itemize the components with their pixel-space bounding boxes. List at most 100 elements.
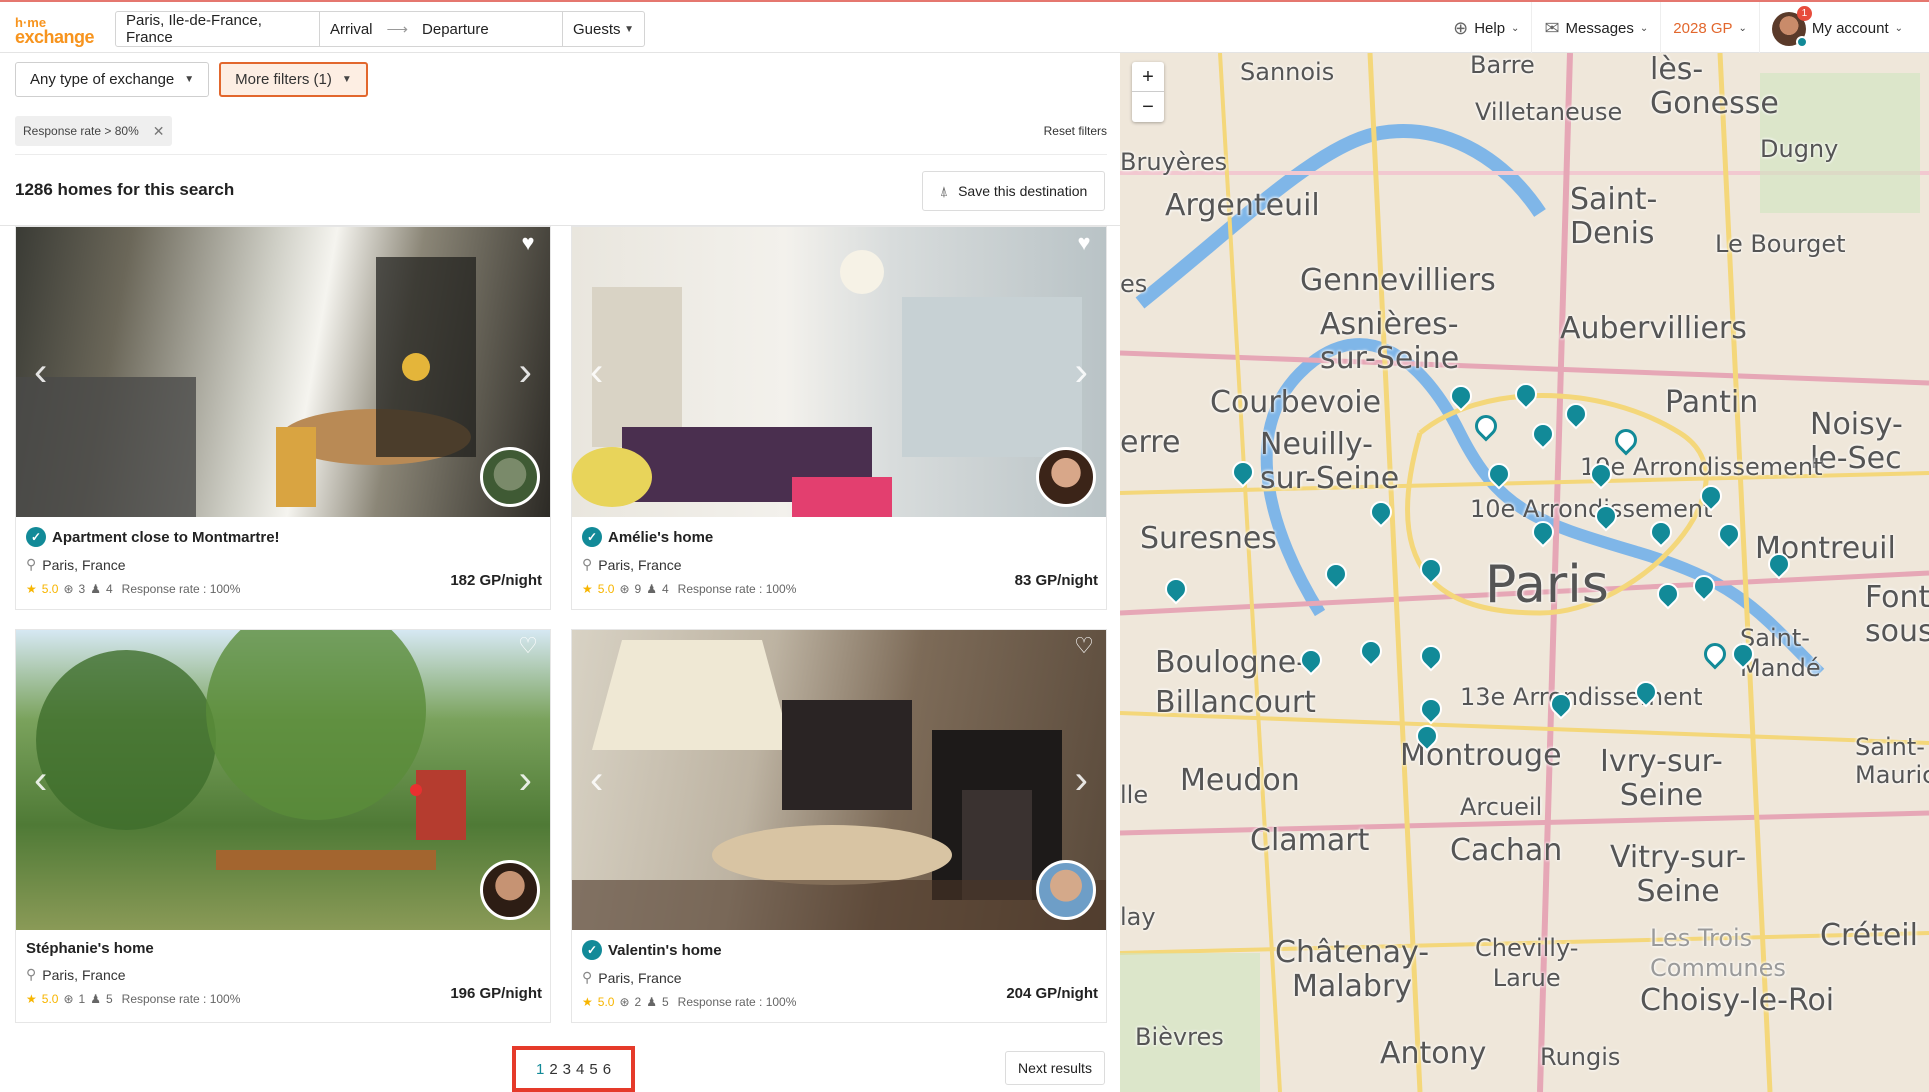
listing-price: 204 GP/night — [1006, 985, 1098, 1002]
chevron-left-icon[interactable]: ‹ — [34, 350, 47, 394]
person-icon: ♟ — [90, 992, 101, 1006]
listing-title[interactable]: Stéphanie's home — [26, 940, 542, 957]
date-range-input[interactable]: Arrival ⟶ Departure — [320, 12, 563, 46]
bed-icon: ⊛ — [63, 582, 74, 596]
page-link[interactable]: 3 — [563, 1061, 571, 1078]
page-link[interactable]: 4 — [576, 1061, 584, 1078]
map-label: Clamart — [1250, 823, 1370, 858]
map-label: Suresnes — [1140, 521, 1277, 556]
listing-title[interactable]: ✓ Amélie's home — [582, 527, 1098, 547]
listing-card[interactable]: ♥ ‹ › ✓ Apartment close to Montmartre! ⚲… — [15, 226, 551, 610]
chevron-down-icon: ⌄ — [1511, 23, 1520, 34]
close-icon[interactable]: ✕ — [153, 123, 165, 140]
listing-location: ⚲ Paris, France — [582, 969, 682, 986]
location-pin-icon: ⚲ — [26, 966, 37, 982]
chevron-down-icon: ⌄ — [1738, 23, 1747, 34]
exchange-type-select[interactable]: Any type of exchange ▼ — [15, 62, 210, 97]
account-menu[interactable]: 1 My account ⌄ — [1758, 2, 1915, 55]
heart-icon[interactable]: ♡ — [516, 634, 540, 658]
map-label: 13e Arrondissement — [1460, 683, 1703, 711]
listing-photo[interactable]: ♥ ‹ › — [16, 227, 550, 517]
map-label: Bruyères — [1120, 148, 1228, 176]
divider — [15, 154, 1107, 155]
chevron-left-icon[interactable]: ‹ — [590, 758, 603, 802]
listing-card[interactable]: ♡ ‹ › Stéphanie's home ⚲ Paris, France ★… — [15, 629, 551, 1023]
page-link[interactable]: 6 — [603, 1061, 611, 1078]
listing-photo[interactable]: ♡ ‹ › — [16, 630, 550, 930]
guest-points-menu[interactable]: 2028 GP ⌄ — [1660, 2, 1759, 55]
person-icon: ♟ — [646, 995, 657, 1009]
listing-location: ⚲ Paris, France — [26, 556, 126, 573]
lifebuoy-icon: ⊕ — [1453, 18, 1469, 38]
account-nav: ⊕ Help ⌄ ✉ Messages ⌄ 2028 GP ⌄ 1 My acc… — [1441, 2, 1915, 55]
filter-chip-response-rate: Response rate > 80% ✕ — [15, 116, 173, 146]
page-link[interactable]: 5 — [589, 1061, 597, 1078]
map-label: Choisy-le-Roi — [1640, 983, 1835, 1018]
star-icon: ★ — [582, 582, 593, 596]
more-filters-button[interactable]: More filters (1) ▼ — [219, 62, 368, 97]
listing-photo[interactable]: ♥ ‹ › — [572, 227, 1106, 517]
location-pin-icon: ⚲ — [582, 556, 593, 572]
chevron-right-icon[interactable]: › — [519, 758, 532, 802]
bed-icon: ⊛ — [619, 995, 630, 1009]
star-icon: ★ — [26, 992, 37, 1006]
map-label: Pantin — [1665, 385, 1759, 420]
map-label: lès- Gonesse — [1650, 53, 1779, 121]
page-link[interactable]: 2 — [549, 1061, 557, 1078]
guests-select[interactable]: Guests ▼ — [563, 12, 644, 46]
next-results-button[interactable]: Next results — [1005, 1051, 1105, 1085]
chevron-right-icon[interactable]: › — [519, 350, 532, 394]
person-icon: ♟ — [646, 582, 657, 596]
save-destination-button[interactable]: ⍋ Save this destination — [922, 171, 1105, 211]
zoom-out-button[interactable]: − — [1132, 92, 1164, 122]
avatar[interactable]: 1 — [1771, 5, 1812, 48]
listing-title[interactable]: ✓ Valentin's home — [582, 940, 1098, 960]
map-label: Barre — [1470, 53, 1535, 79]
listing-card[interactable]: ♥ ‹ › ✓ Amélie's home ⚲ Paris, France ★ 5… — [571, 226, 1107, 610]
listing-info: ✓ Amélie's home ⚲ Paris, France ★ 5.0 ⊛ 9 … — [572, 517, 1106, 609]
map-label: Rungis — [1540, 1043, 1621, 1071]
map-label: Sannois — [1240, 58, 1335, 86]
arrival-field[interactable]: Arrival — [330, 21, 373, 38]
map-label: Cachan — [1450, 833, 1563, 868]
results-pane: Any type of exchange ▼ More filters (1) … — [0, 53, 1120, 1092]
departure-field[interactable]: Departure — [422, 21, 489, 38]
map-label: 10e Arrondissement — [1470, 495, 1713, 523]
destination-input[interactable]: Paris, Ile-de-France, France — [116, 12, 320, 46]
map-label: Antony — [1380, 1036, 1487, 1071]
host-avatar — [480, 447, 540, 507]
map-label: Boulogne- Billancourt — [1155, 645, 1316, 720]
chevron-right-icon[interactable]: › — [1075, 758, 1088, 802]
listing-card[interactable]: ♡ ‹ › ✓ Valentin's home ⚲ Paris, France … — [571, 629, 1107, 1023]
zoom-in-button[interactable]: + — [1132, 62, 1164, 92]
bed-icon: ⊛ — [619, 582, 630, 596]
eiffel-tower-icon: ⍋ — [939, 182, 949, 199]
listing-photo[interactable]: ♡ ‹ › — [572, 630, 1106, 930]
arrow-right-icon: ⟶ — [386, 21, 409, 38]
host-avatar — [480, 860, 540, 920]
chevron-down-icon: ⌄ — [1639, 23, 1649, 34]
verified-icon: ✓ — [582, 527, 602, 547]
map-label: Noisy- le-Sec — [1810, 407, 1903, 476]
homeexchange-logo[interactable]: h·me exchange — [15, 16, 101, 47]
listing-info: ✓ Valentin's home ⚲ Paris, France ★ 5.0 ⊛… — [572, 930, 1106, 1022]
listing-title[interactable]: ✓ Apartment close to Montmartre! — [26, 527, 542, 547]
chevron-down-icon: ▼ — [624, 23, 634, 35]
chevron-left-icon[interactable]: ‹ — [590, 350, 603, 394]
help-menu[interactable]: ⊕ Help ⌄ — [1441, 2, 1531, 55]
page-link[interactable]: 1 — [536, 1061, 544, 1078]
map-label: Saint- Denis — [1570, 182, 1658, 251]
results-map[interactable]: + − Sannois Barre lès- Gonesse Villetane… — [1120, 53, 1929, 1092]
listing-price: 182 GP/night — [450, 572, 542, 589]
reset-filters-link[interactable]: Reset filters — [1044, 124, 1107, 138]
heart-icon[interactable]: ♥ — [1072, 231, 1096, 255]
location-pin-icon: ⚲ — [582, 969, 593, 985]
chevron-left-icon[interactable]: ‹ — [34, 758, 47, 802]
messages-menu[interactable]: ✉ Messages ⌄ — [1531, 2, 1660, 55]
heart-icon[interactable]: ♡ — [1072, 634, 1096, 658]
verified-icon: ✓ — [26, 527, 46, 547]
heart-icon[interactable]: ♥ — [516, 231, 540, 255]
top-bar: h·me exchange Paris, Ile-de-France, Fran… — [0, 0, 1929, 55]
star-icon: ★ — [26, 582, 37, 596]
chevron-right-icon[interactable]: › — [1075, 350, 1088, 394]
